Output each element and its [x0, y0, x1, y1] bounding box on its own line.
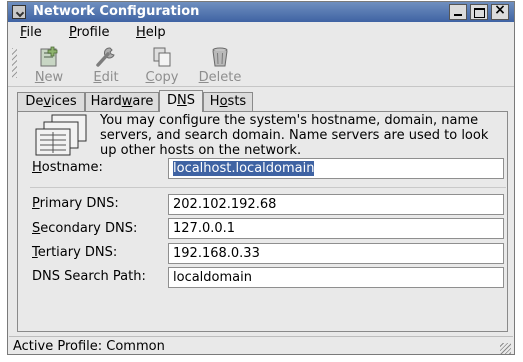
maximize-icon[interactable] [470, 4, 488, 20]
new-button[interactable]: New [23, 44, 75, 85]
secondary-dns-input[interactable]: 127.0.0.1 [168, 218, 504, 239]
tertiary-dns-label: Tertiary DNS: [32, 245, 118, 260]
wrench-icon [96, 47, 115, 67]
network-hosts-icon [35, 114, 87, 156]
new-label: New [34, 70, 64, 85]
hostname-value: localhost.localdomain [173, 161, 315, 176]
active-profile-status: Active Profile: Common [13, 339, 165, 354]
network-config-icon[interactable] [12, 5, 26, 19]
status-bar: Active Profile: Common [9, 336, 513, 355]
tertiary-dns-input[interactable]: 192.168.0.33 [168, 243, 504, 264]
tab-hardware[interactable]: Hardware [85, 92, 159, 111]
delete-label: Delete [198, 70, 242, 85]
trash-icon [212, 47, 228, 67]
tab-dns[interactable]: DNS [159, 90, 203, 112]
tab-hosts[interactable]: Hosts [203, 92, 253, 111]
delete-button[interactable]: Delete [194, 44, 246, 85]
secondary-dns-label: Secondary DNS: [32, 221, 138, 236]
toolbar-grip[interactable] [12, 48, 17, 78]
copy-icon [153, 47, 171, 67]
copy-button[interactable]: Copy [136, 44, 188, 85]
primary-dns-label: Primary DNS: [32, 196, 119, 211]
tab-devices[interactable]: Devices [17, 92, 85, 111]
new-icon [40, 46, 58, 67]
dns-search-path-input[interactable]: localdomain [168, 267, 504, 288]
hostname-input[interactable]: localhost.localdomain [168, 158, 504, 179]
dns-search-path-label: DNS Search Path: [32, 269, 146, 284]
copy-label: Copy [145, 70, 179, 85]
menu-bar: File Profile Help [8, 22, 514, 42]
menu-profile[interactable]: Profile [69, 25, 109, 40]
hostname-label: Hostname: [32, 160, 103, 175]
menu-help[interactable]: Help [136, 25, 166, 40]
title-bar[interactable]: Network Configuration × [8, 2, 514, 22]
close-icon[interactable]: × [491, 2, 509, 20]
separator [30, 187, 506, 188]
resize-grip[interactable] [500, 343, 511, 354]
edit-label: Edit [93, 70, 119, 85]
dns-panel: You may configure the system's hostname,… [17, 111, 508, 332]
menu-file[interactable]: File [20, 25, 42, 40]
minimize-icon[interactable] [449, 4, 467, 20]
primary-dns-input[interactable]: 202.102.192.68 [168, 194, 504, 215]
network-configuration-window: Network Configuration × File Profile Hel… [7, 1, 515, 355]
dns-description: You may configure the system's hostname,… [100, 113, 489, 158]
edit-button[interactable]: Edit [80, 44, 132, 85]
toolbar: New Edit Copy Delete [8, 42, 514, 87]
window-title: Network Configuration [33, 4, 200, 19]
